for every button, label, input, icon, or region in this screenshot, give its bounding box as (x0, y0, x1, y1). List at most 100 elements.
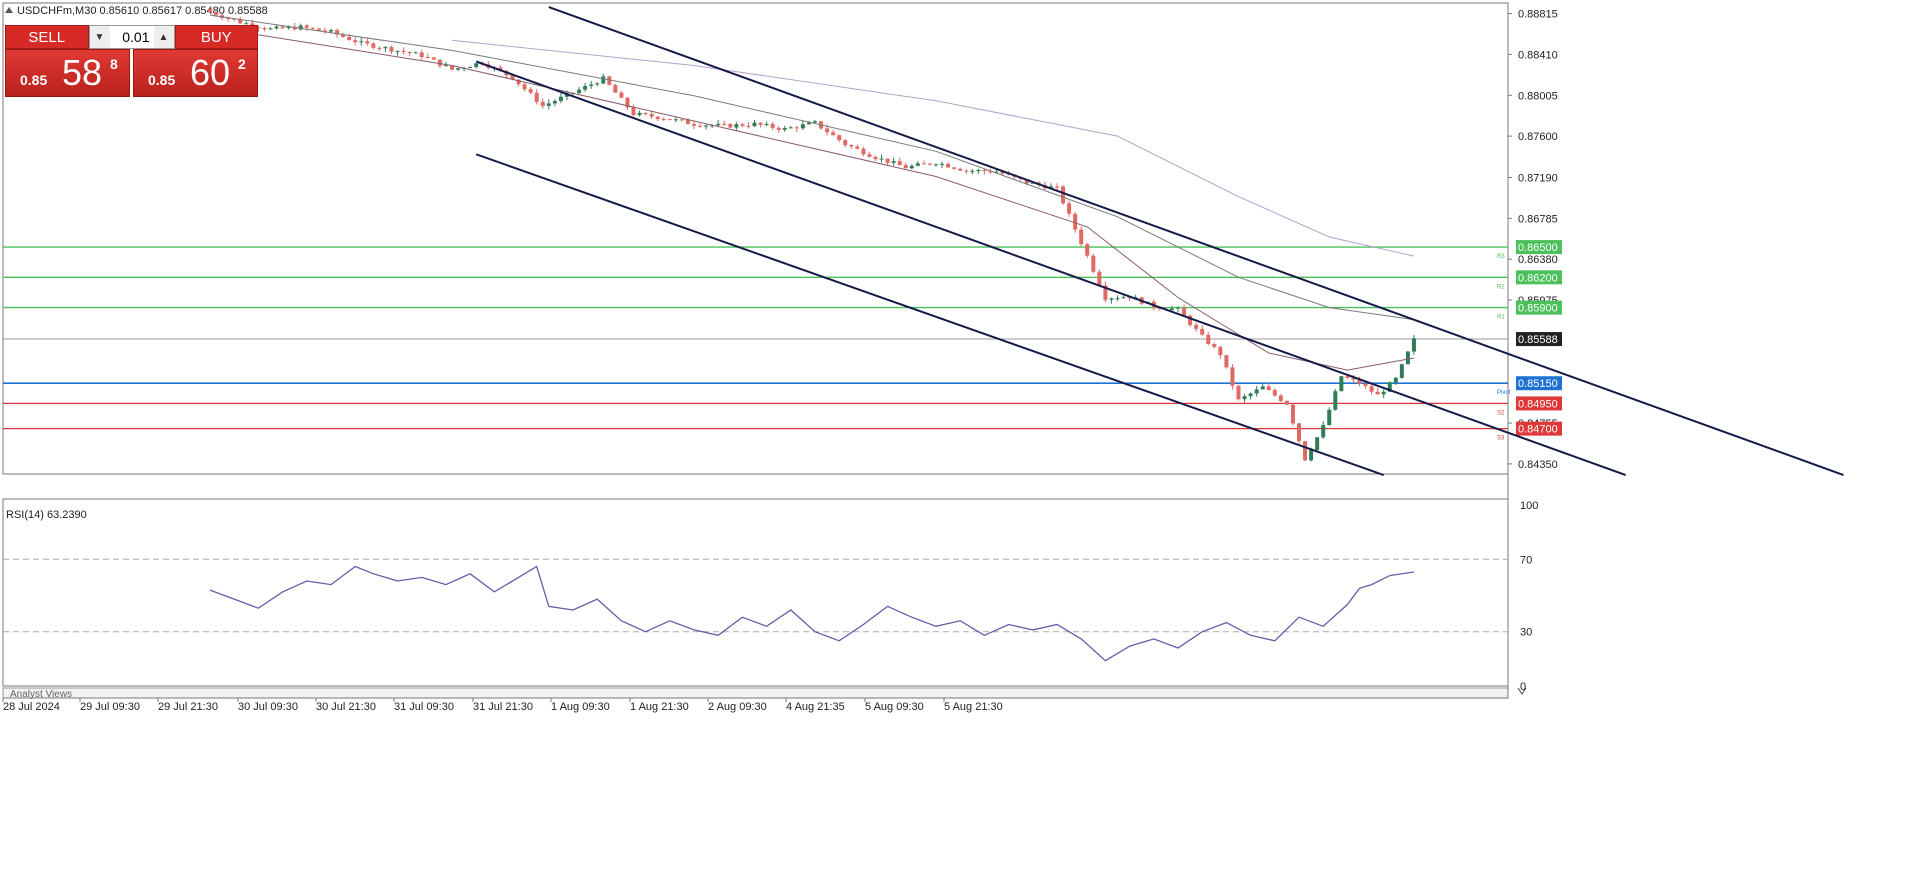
candle (238, 16, 243, 25)
candle-body (1079, 229, 1084, 245)
candle-body (583, 85, 588, 90)
price-tick-label: 0.86785 (1518, 213, 1558, 225)
candle (558, 93, 563, 104)
candle (244, 21, 249, 25)
candle (377, 46, 382, 52)
time-tick-label: 29 Jul 09:30 (80, 701, 140, 713)
candle (552, 99, 557, 107)
candle-body (679, 119, 684, 121)
candle (540, 98, 545, 109)
candle (794, 125, 799, 132)
candle (849, 144, 854, 149)
level-price-label: 0.86500 (1518, 242, 1558, 254)
candle-body (934, 164, 938, 166)
candle-body (1206, 334, 1211, 345)
candle (1194, 322, 1199, 332)
candle (746, 122, 751, 129)
candle-body (1091, 255, 1096, 272)
analyst-views-bar (2, 687, 1509, 699)
sell-quote[interactable]: 0.85 58 8 (5, 49, 130, 97)
candle (1115, 295, 1120, 301)
candle-body (667, 119, 672, 121)
candle (359, 37, 364, 46)
candle-body (371, 43, 376, 48)
candle-body (837, 135, 842, 141)
candle-body (1381, 391, 1386, 395)
price-tick-label: 0.86380 (1518, 254, 1558, 266)
candle-body (468, 66, 473, 68)
candle-body (1115, 298, 1120, 300)
candle-body (456, 68, 461, 70)
candle-body (843, 140, 848, 146)
candle (1091, 253, 1096, 274)
buy-quote-fraction: 2 (238, 56, 246, 72)
level-name-pivot: Pivot (1497, 390, 1511, 396)
candle (1399, 363, 1404, 379)
time-tick-label: 28 Jul 2024 (3, 701, 60, 713)
candle (867, 151, 872, 158)
price-tick-label: 0.88410 (1518, 49, 1558, 61)
candle-body (891, 161, 896, 163)
candle (770, 121, 775, 131)
candle (1109, 297, 1114, 304)
candle (1097, 269, 1102, 287)
candle-body (431, 57, 436, 60)
candle-body (692, 124, 696, 126)
candle-body (867, 154, 872, 157)
candle-body (407, 52, 412, 54)
candle-body (728, 124, 733, 128)
candle (468, 66, 473, 68)
lot-decrease-icon[interactable]: ▼ (89, 26, 110, 48)
candle (322, 27, 327, 35)
buy-button[interactable]: BUY (174, 25, 258, 49)
candle (952, 166, 957, 171)
candle-body (601, 76, 606, 84)
sell-button[interactable]: SELL (5, 25, 89, 49)
candle-body (1230, 367, 1235, 386)
sell-quote-fraction: 8 (110, 56, 118, 72)
candle (1278, 394, 1283, 402)
candle-body (1254, 389, 1259, 394)
candle (903, 162, 908, 169)
candle (365, 38, 370, 46)
candle (915, 160, 920, 167)
candle (413, 51, 418, 54)
candle (940, 161, 945, 169)
candle-body (921, 163, 926, 165)
level-name-r3: R3 (1497, 254, 1505, 260)
candle-body (1121, 297, 1126, 299)
candle (595, 82, 600, 87)
candle-body (794, 127, 799, 129)
candle (970, 168, 975, 175)
candle-body (1055, 186, 1059, 188)
time-tick-label: 1 Aug 09:30 (551, 701, 610, 713)
candle (776, 126, 781, 134)
price-tick-label: 0.87600 (1518, 131, 1558, 143)
candle (546, 99, 551, 110)
buy-quote[interactable]: 0.85 60 2 (133, 49, 258, 97)
candle (1381, 389, 1386, 399)
candle-body (377, 47, 382, 49)
candle-body (1218, 346, 1223, 356)
lot-increase-icon[interactable]: ▲ (153, 26, 174, 48)
candle-body (546, 103, 551, 106)
candle-body (1224, 355, 1229, 368)
moving-average-line-3 (451, 39, 1415, 257)
level-name-s3: S3 (1497, 436, 1505, 442)
candle (1079, 226, 1084, 247)
candle-body (1297, 423, 1301, 442)
candle (1272, 388, 1277, 397)
candle-body (1278, 395, 1283, 401)
candle (262, 26, 267, 32)
candle (921, 160, 926, 165)
candle (341, 32, 346, 38)
candle-body (1085, 244, 1090, 256)
level-price-label: 0.86200 (1518, 272, 1558, 284)
candle (1303, 440, 1308, 461)
lot-size-input[interactable] (109, 26, 154, 48)
candle-body (528, 89, 533, 93)
candle (655, 116, 660, 122)
candle (1260, 384, 1265, 390)
candle (692, 121, 696, 130)
candle-body (595, 83, 600, 85)
